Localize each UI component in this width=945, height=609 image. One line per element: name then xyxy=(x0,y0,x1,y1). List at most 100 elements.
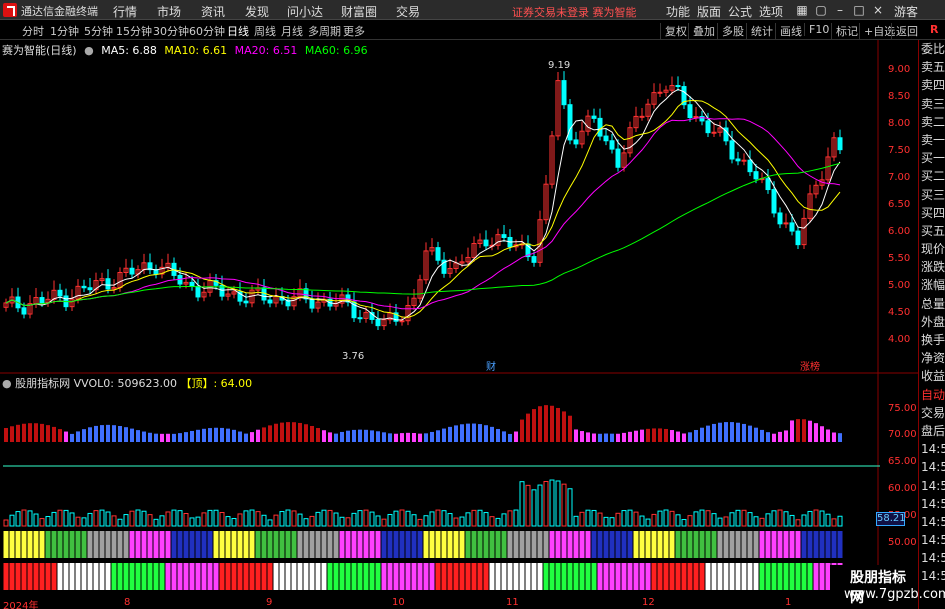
period-fenshi[interactable]: 分时 xyxy=(22,23,44,39)
period-week[interactable]: 周线 xyxy=(254,23,276,39)
indicator-legend: ● 股朋指标网 VVOL0: 509623.00 【顶】: 64.00 xyxy=(2,375,252,391)
rp-buy1[interactable]: 买一 xyxy=(919,149,945,167)
state-bar-lower xyxy=(141,563,147,590)
period-15min[interactable]: 15分钟 xyxy=(116,23,152,39)
kline-chart[interactable]: 9.19 3.76 财 涨榜 xyxy=(0,40,918,609)
minimize-icon[interactable]: – xyxy=(832,2,848,18)
ind-tick: 75.00 xyxy=(888,403,917,414)
menu-shichang[interactable]: 市场 xyxy=(157,3,181,20)
rp-buy4[interactable]: 买四 xyxy=(919,204,945,222)
btn-huaxian[interactable]: 画线 xyxy=(775,23,806,39)
rp-panhou[interactable]: 盘后 xyxy=(919,422,945,440)
period-60min[interactable]: 60分钟 xyxy=(189,23,225,39)
period-1min[interactable]: 1分钟 xyxy=(50,23,79,39)
stock-title: 赛为智能(日线) xyxy=(2,44,77,57)
btn-f10[interactable]: F10 xyxy=(804,23,833,36)
rp-huanshou[interactable]: 换手 xyxy=(919,331,945,349)
rp-waipan[interactable]: 外盘 xyxy=(919,313,945,331)
rp-mai4[interactable]: 卖四 xyxy=(919,76,945,94)
rp-mai2[interactable]: 卖二 xyxy=(919,113,945,131)
period-30min[interactable]: 30分钟 xyxy=(153,23,189,39)
rp-buy2[interactable]: 买二 xyxy=(919,167,945,185)
menu-banmian[interactable]: 版面 xyxy=(697,3,721,20)
volume-bar xyxy=(51,511,57,527)
state-bar-upper xyxy=(651,531,657,558)
menu-wenxiaoda[interactable]: 问小达 xyxy=(287,3,323,20)
btn-tongji[interactable]: 统计 xyxy=(746,23,777,39)
rp-mai5[interactable]: 卖五 xyxy=(919,58,945,76)
indicator-bar xyxy=(304,424,308,442)
state-bar-lower xyxy=(51,563,57,590)
close-icon[interactable]: × xyxy=(870,2,886,18)
menu-faxian[interactable]: 发现 xyxy=(245,3,269,20)
guest-label[interactable]: 游客 xyxy=(894,3,918,20)
rp-mai3[interactable]: 卖三 xyxy=(919,95,945,113)
state-bar-lower xyxy=(159,563,165,590)
indicator-bar xyxy=(430,431,434,442)
state-bar-upper xyxy=(507,531,513,558)
state-bar-upper xyxy=(297,531,303,558)
indicator-toggle-icon[interactable]: ● xyxy=(2,377,12,390)
grid-icon[interactable]: ▦ xyxy=(794,2,810,18)
menu-jiaoyi[interactable]: 交易 xyxy=(396,3,420,20)
rp-zongliang[interactable]: 总量 xyxy=(919,295,945,313)
cai-marker: 财 xyxy=(486,360,496,373)
state-bar-upper xyxy=(171,531,177,558)
candle-body xyxy=(195,285,201,298)
indicator-bar xyxy=(58,429,62,442)
rp-buy5[interactable]: 买五 xyxy=(919,222,945,240)
menu-xuanxiang[interactable]: 选项 xyxy=(759,3,783,20)
login-notice[interactable]: 证券交易未登录 赛为智能 xyxy=(512,4,637,20)
period-day[interactable]: 日线 xyxy=(227,23,249,39)
volume-bar xyxy=(33,513,39,527)
state-bar-lower xyxy=(237,563,243,590)
btn-biaoji[interactable]: 标记 xyxy=(831,23,862,39)
period-month[interactable]: 月线 xyxy=(281,23,303,39)
btn-duogu[interactable]: 多股 xyxy=(717,23,748,39)
maximize-icon[interactable]: □ xyxy=(851,2,867,18)
indicator-bar xyxy=(22,423,26,442)
rp-xianjia[interactable]: 现价 xyxy=(919,240,945,258)
price-tick: 5.00 xyxy=(888,280,911,291)
btn-fanhui[interactable]: 返回 xyxy=(891,23,922,39)
volume-bar xyxy=(513,509,519,527)
menu-gongneng[interactable]: 功能 xyxy=(666,3,690,20)
state-bar-upper xyxy=(159,531,165,558)
rp-zidong[interactable]: 自动 xyxy=(919,386,945,404)
state-bar-upper xyxy=(801,531,807,558)
rp-mai1[interactable]: 卖一 xyxy=(919,131,945,149)
state-bar-lower xyxy=(507,563,513,590)
btn-fuquan[interactable]: 复权 xyxy=(660,23,691,39)
state-bar-upper xyxy=(717,531,723,558)
rp-weibi[interactable]: 委比 xyxy=(919,40,945,58)
btn-diejia[interactable]: 叠加 xyxy=(688,23,719,39)
rp-buy3[interactable]: 买三 xyxy=(919,186,945,204)
volume-bar xyxy=(369,511,375,527)
state-bar-upper xyxy=(735,531,741,558)
rp-time: 14:56 xyxy=(921,496,945,511)
price-tick: 7.00 xyxy=(888,172,911,183)
fullscreen-icon[interactable]: ▢ xyxy=(813,2,829,18)
rp-jingzi[interactable]: 净资 xyxy=(919,349,945,367)
state-bar-upper xyxy=(669,531,675,558)
state-bar-lower xyxy=(63,563,69,590)
menu-zixun[interactable]: 资讯 xyxy=(201,3,225,20)
menu-hangqing[interactable]: 行情 xyxy=(113,3,137,20)
rp-shouyi[interactable]: 收益 xyxy=(919,367,945,385)
rp-jiaoyi[interactable]: 交易 xyxy=(919,404,945,422)
period-more[interactable]: 更多 xyxy=(343,23,365,39)
rp-zhangfu[interactable]: 涨幅 xyxy=(919,276,945,294)
period-multi[interactable]: 多周期 xyxy=(308,23,341,39)
state-bar-upper xyxy=(723,531,729,558)
period-5min[interactable]: 5分钟 xyxy=(84,23,113,39)
legend-toggle-icon[interactable]: ● xyxy=(84,44,94,57)
volume-bar xyxy=(39,518,45,527)
state-bar-upper xyxy=(195,531,201,558)
volume-bar xyxy=(207,509,213,527)
state-bar-upper xyxy=(375,531,381,558)
menu-gongshi[interactable]: 公式 xyxy=(728,3,752,20)
ind-tick: 70.00 xyxy=(888,429,917,440)
menu-caifuquan[interactable]: 财富圈 xyxy=(341,3,377,20)
candle-body xyxy=(837,137,843,151)
rp-zhangdie[interactable]: 涨跌 xyxy=(919,258,945,276)
